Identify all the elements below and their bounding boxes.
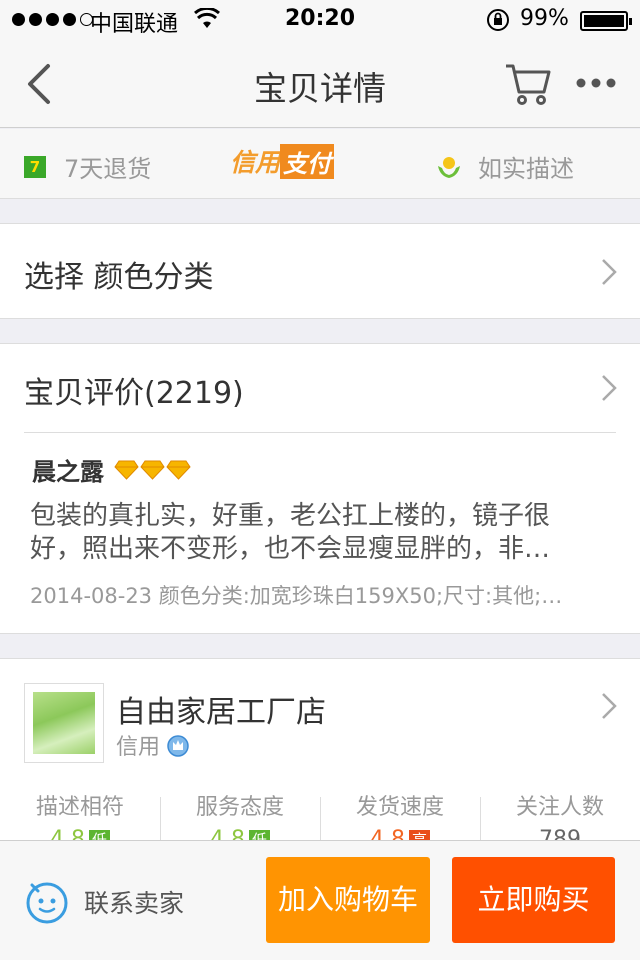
select-color-label: 选择 颜色分类 [24, 260, 214, 295]
chat-smile-icon [26, 882, 68, 924]
diamond-icon [166, 460, 191, 480]
more-icon[interactable] [576, 76, 616, 90]
reviewer-level [114, 460, 191, 480]
cart-icon[interactable] [504, 60, 552, 108]
rating-label: 服务态度 [195, 795, 284, 820]
chevron-right-icon [602, 693, 617, 719]
credit-pay: 信用 支付 [230, 143, 335, 179]
rotation-lock-icon [487, 9, 509, 31]
rating-label: 关注人数 [515, 795, 604, 820]
diamond-icon [114, 460, 139, 480]
crown-icon [167, 735, 189, 757]
accurate-description: 如实描述 [436, 149, 574, 184]
seven-day-return: 7 7天退货 [24, 149, 151, 184]
contact-seller-label: 联系卖家 [84, 889, 185, 918]
service-guarantee-strip: 7 7天退货 信用 支付 如实描述 [0, 129, 640, 199]
reviewer-name: 晨之露 [32, 458, 104, 486]
battery-percent: 99% [520, 6, 569, 31]
chevron-right-icon[interactable] [600, 373, 618, 403]
credit-pay-label-b: 支付 [280, 143, 335, 179]
review-header[interactable]: 宝贝评价(2219) [24, 368, 244, 412]
rating-label: 描述相符 [35, 795, 124, 820]
bottom-action-bar: 联系卖家 加入购物车 立即购买 [0, 840, 640, 960]
buy-now-button[interactable]: 立即购买 [452, 857, 615, 943]
seven-day-icon: 7 [24, 155, 46, 178]
status-bar: 中国联通 20:20 99% [0, 0, 640, 40]
battery-icon [580, 11, 632, 31]
nav-bar: 宝贝详情 [0, 40, 640, 128]
credit-pay-label-a: 信用 [230, 148, 281, 177]
review-meta: 2014-08-23 颜色分类:加宽珍珠白159X50;尺寸:其他;… [30, 584, 563, 608]
chevron-right-icon [602, 259, 617, 285]
select-color-row[interactable]: 选择 颜色分类 [0, 223, 640, 319]
shop-credit-label: 信用 [116, 735, 161, 760]
divider [24, 432, 616, 433]
shop-logo[interactable] [24, 683, 104, 763]
rating-label: 发货速度 [355, 795, 444, 820]
add-to-cart-button[interactable]: 加入购物车 [266, 857, 430, 943]
accurate-description-label: 如实描述 [478, 155, 574, 183]
diamond-icon [140, 460, 165, 480]
contact-seller-button[interactable]: 联系卖家 [24, 879, 184, 925]
review-section: 宝贝评价(2219) 晨之露 包装的真扎实，好重，老公扛上楼的，镜子很好，照出来… [0, 343, 640, 634]
seven-day-return-label: 7天退货 [64, 155, 152, 183]
shop-name[interactable]: 自由家居工厂店 [116, 687, 326, 731]
shop-section[interactable]: 自由家居工厂店 信用 描述相符 4.8低 服务态度 4.8低 发货速度 4.8高… [0, 658, 640, 858]
shop-credit: 信用 [116, 729, 190, 761]
hands-check-icon [438, 156, 460, 178]
review-text[interactable]: 包装的真扎实，好重，老公扛上楼的，镜子很好，照出来不变形，也不会显瘦显胖的，非… [30, 500, 600, 566]
reviewer: 晨之露 [32, 452, 191, 487]
